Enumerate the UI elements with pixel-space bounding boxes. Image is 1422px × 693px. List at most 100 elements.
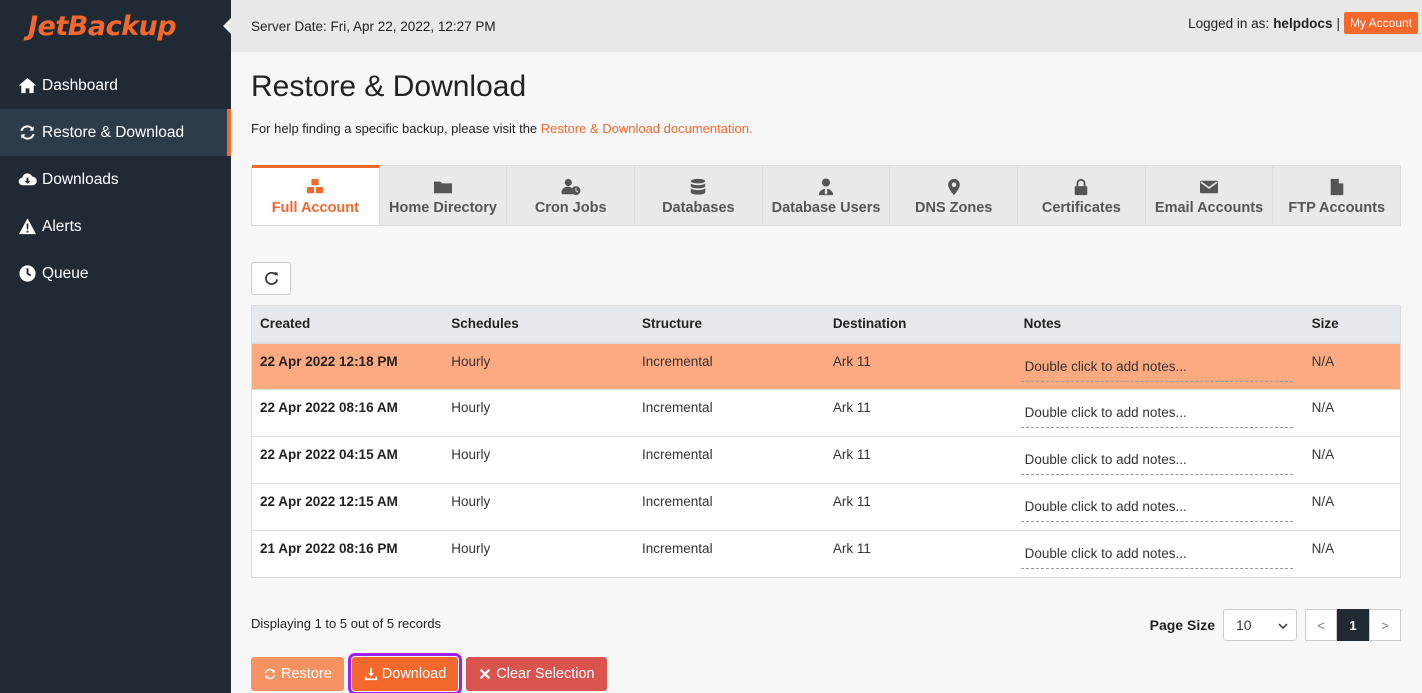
help-text-label: For help finding a specific backup, plea… [251,121,538,136]
refresh-icon [15,123,39,143]
sidebar-nav: Dashboard Restore & Download Downloads A… [0,62,231,297]
next-page-button[interactable]: > [1369,609,1401,641]
download-label: Download [381,666,447,682]
my-account-button[interactable]: My Account [1343,12,1418,34]
logo-area: JetBackup [0,0,231,52]
restore-label: Restore [281,666,332,682]
tab-label: FTP Accounts [1288,200,1386,216]
table-row[interactable]: 22 Apr 2022 04:15 AM Hourly Incremental … [251,436,1401,484]
page-title: Restore & Download [251,70,527,103]
notes-editable[interactable]: Double click to add notes... [1020,494,1293,522]
notes-editable[interactable]: Double click to add notes... [1020,400,1293,428]
records-count: Displaying 1 to 5 out of 5 records [251,615,442,631]
prev-page-button[interactable]: < [1305,609,1337,641]
notes-editable[interactable]: Double click to add notes... [1020,354,1293,382]
tab-ftp-accounts[interactable]: FTP Accounts [1273,166,1400,225]
tab-home-directory[interactable]: Home Directory [380,166,508,225]
warning-icon [15,217,39,237]
cell-notes: Double click to add notes... [1015,483,1304,531]
cell-created: 22 Apr 2022 08:16 AM [251,389,444,437]
sidebar-item-restore-download[interactable]: Restore & Download [0,109,231,156]
column-header-size[interactable]: Size [1303,305,1401,344]
sidebar-item-label: Restore & Download [42,123,185,141]
page-size-select[interactable]: 10 [1223,609,1297,641]
user-clock-icon [561,177,581,197]
tab-label: Home Directory [389,200,497,216]
cell-structure: Incremental [634,342,825,390]
page-size-value: 10 [1236,617,1252,633]
column-header-structure[interactable]: Structure [634,305,825,344]
cell-size: N/A [1303,530,1401,578]
tab-full-account[interactable]: Full Account [252,165,380,225]
clear-selection-label: Clear Selection [496,666,595,682]
table-row[interactable]: 22 Apr 2022 08:16 AM Hourly Incremental … [251,389,1401,437]
table-header-row: Created Schedules Structure Destination … [251,305,1401,344]
cell-size: N/A [1303,389,1401,437]
column-header-notes[interactable]: Notes [1015,305,1304,344]
cell-notes: Double click to add notes... [1015,436,1304,484]
table-footer: Displaying 1 to 5 out of 5 records Page … [251,605,1401,641]
table-row[interactable]: 22 Apr 2022 12:18 PM Hourly Incremental … [251,342,1401,390]
cell-structure: Incremental [634,436,825,484]
column-header-destination[interactable]: Destination [824,305,1016,344]
page-button-current[interactable]: 1 [1337,609,1369,641]
envelope-icon [1199,177,1219,197]
tab-email-accounts[interactable]: Email Accounts [1146,166,1274,225]
tab-database-users[interactable]: Database Users [763,166,891,225]
refresh-button[interactable] [251,262,291,295]
tab-cron-jobs[interactable]: Cron Jobs [507,166,636,225]
documentation-link[interactable]: Restore & Download documentation. [541,121,753,136]
sidebar-item-alerts[interactable]: Alerts [0,203,231,250]
cell-size: N/A [1303,483,1401,531]
cell-schedules: Hourly [443,389,635,437]
folder-icon [433,177,453,197]
lock-icon [1071,177,1091,197]
cell-structure: Incremental [634,530,825,578]
clear-selection-button[interactable]: Clear Selection [466,657,607,691]
cell-size: N/A [1303,342,1401,390]
tab-databases[interactable]: Databases [635,166,763,225]
account-area: Logged in as: helpdocs | My Account [1188,12,1418,34]
sidebar: JetBackup Dashboard Restore & Download D… [0,0,231,693]
sidebar-item-dashboard[interactable]: Dashboard [0,62,231,109]
download-icon [364,667,378,681]
cell-size: N/A [1303,436,1401,484]
tab-certificates[interactable]: Certificates [1018,166,1146,225]
map-marker-icon [944,177,964,197]
notes-editable[interactable]: Double click to add notes... [1020,447,1293,475]
cell-destination: Ark 11 [824,436,1016,484]
cubes-icon [305,177,325,197]
cell-schedules: Hourly [443,483,635,531]
topbar: Server Date: Fri, Apr 22, 2022, 12:27 PM… [231,0,1422,52]
page-size-label: Page Size [1149,617,1215,633]
column-header-schedules[interactable]: Schedules [443,305,635,344]
sidebar-item-label: Alerts [42,217,82,235]
tab-label: Database Users [771,200,881,216]
table-row[interactable]: 22 Apr 2022 12:15 AM Hourly Incremental … [251,483,1401,531]
cell-schedules: Hourly [443,436,635,484]
tab-label: Full Account [271,200,359,216]
restore-button[interactable]: Restore [251,657,344,691]
notes-editable[interactable]: Double click to add notes... [1020,541,1293,569]
sidebar-collapse-notch [223,18,231,34]
backups-table: Created Schedules Structure Destination … [251,305,1401,578]
cell-schedules: Hourly [443,342,635,390]
cell-notes: Double click to add notes... [1015,530,1304,578]
table-row[interactable]: 21 Apr 2022 08:16 PM Hourly Incremental … [251,530,1401,578]
cell-created: 22 Apr 2022 04:15 AM [251,436,444,484]
main-content: Restore & Download For help finding a sp… [251,52,1401,693]
cell-notes: Double click to add notes... [1015,389,1304,437]
jetbackup-logo[interactable]: JetBackup [28,11,177,42]
cell-destination: Ark 11 [824,483,1016,531]
tab-dns-zones[interactable]: DNS Zones [890,166,1019,225]
tab-label: DNS Zones [915,200,993,216]
home-icon [15,76,39,96]
cell-notes: Double click to add notes... [1015,342,1304,390]
column-header-created[interactable]: Created [251,305,444,344]
file-icon [1327,177,1347,197]
cell-destination: Ark 11 [824,342,1016,390]
sidebar-item-queue[interactable]: Queue [0,250,231,297]
sidebar-item-downloads[interactable]: Downloads [0,156,231,203]
download-button[interactable]: Download [347,653,463,693]
refresh-icon [263,667,277,681]
